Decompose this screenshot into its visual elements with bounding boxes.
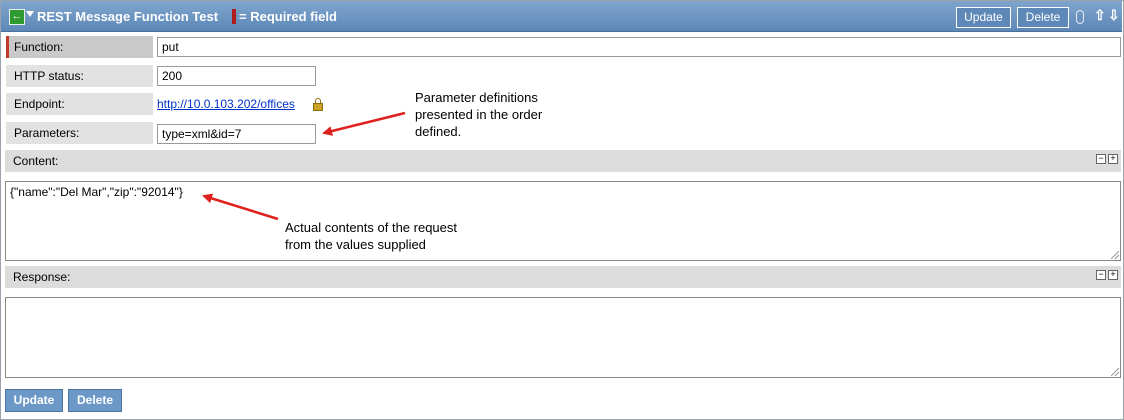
update-button-bottom[interactable]: Update: [5, 389, 63, 412]
delete-button-bottom[interactable]: Delete: [68, 389, 122, 412]
parameters-arrow: [322, 111, 406, 136]
annotation-arrows: [202, 111, 406, 221]
content-arrow: [202, 193, 279, 221]
